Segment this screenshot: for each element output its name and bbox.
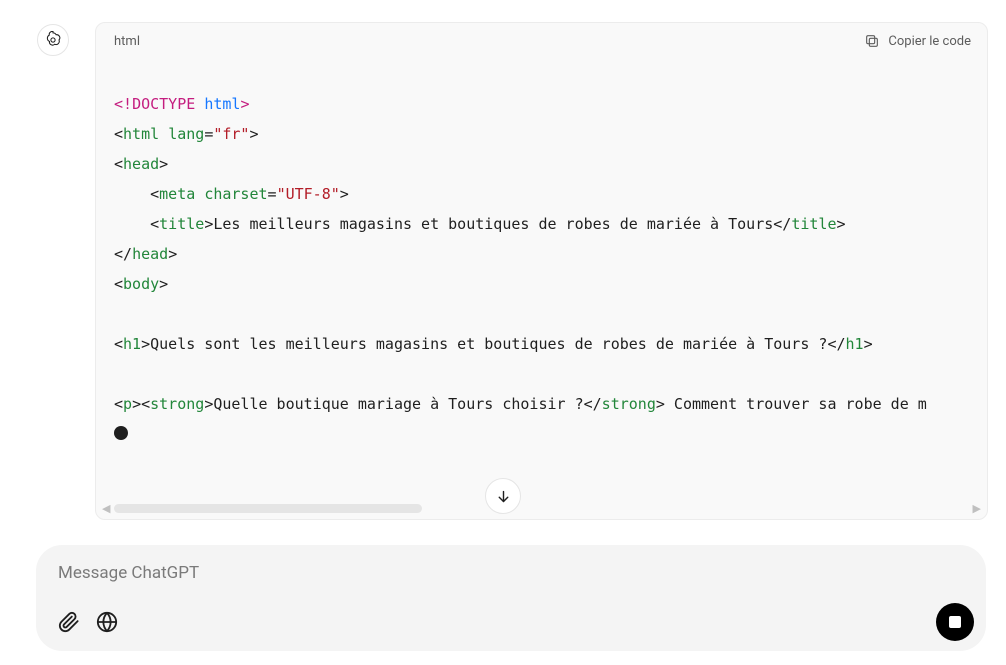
code-token: Comment trouver sa robe de m (665, 395, 927, 413)
code-token: p (123, 395, 132, 413)
code-token: body (123, 275, 159, 293)
code-token: < (114, 155, 123, 173)
code-token: > (656, 395, 665, 413)
code-token: title (791, 215, 836, 233)
code-token: head (132, 245, 168, 263)
scrollbar-arrow-left-icon[interactable]: ◀ (102, 502, 110, 515)
assistant-avatar (37, 24, 69, 56)
copy-icon (864, 33, 880, 49)
code-token: > (204, 215, 213, 233)
horizontal-scrollbar[interactable] (114, 504, 422, 513)
code-token: h1 (846, 335, 864, 353)
code-token: = (268, 185, 277, 203)
code-token: </ (827, 335, 845, 353)
code-token: Les meilleurs magasins et boutiques de r… (213, 215, 773, 233)
code-token: < (150, 185, 159, 203)
globe-icon (96, 611, 118, 633)
code-token (159, 125, 168, 143)
code-token: > (204, 395, 213, 413)
attach-button[interactable] (58, 611, 80, 637)
code-token: strong (602, 395, 656, 413)
code-token: DOCTYPE (132, 95, 195, 113)
code-token: </ (773, 215, 791, 233)
openai-logo-icon (44, 31, 62, 49)
composer-actions (58, 611, 964, 637)
code-token: = (204, 125, 213, 143)
streaming-cursor-icon (114, 426, 128, 440)
stop-icon (949, 616, 961, 628)
code-token: < (114, 125, 123, 143)
code-block-header: html Copier le code (96, 23, 987, 55)
code-token (195, 95, 204, 113)
code-token: meta (159, 185, 195, 203)
code-token: </ (584, 395, 602, 413)
code-token: > (340, 185, 349, 203)
copy-code-label: Copier le code (888, 34, 971, 49)
code-token: < (114, 395, 123, 413)
paperclip-icon (58, 611, 80, 633)
code-token: h1 (123, 335, 141, 353)
code-token: head (123, 155, 159, 173)
scroll-to-bottom-button[interactable] (485, 478, 521, 514)
code-token: < (150, 215, 159, 233)
code-token: > (141, 335, 150, 353)
code-token: html (123, 125, 159, 143)
code-token: > (159, 155, 168, 173)
code-token: html (204, 95, 240, 113)
web-button[interactable] (96, 611, 118, 637)
code-token: >< (132, 395, 150, 413)
avatar-column (0, 0, 95, 56)
code-token: > (249, 125, 258, 143)
code-token: Quels sont les meilleurs magasins et bou… (150, 335, 827, 353)
scrollbar-arrow-right-icon[interactable]: ▶ (973, 502, 981, 515)
code-token: "UTF-8" (277, 185, 340, 203)
code-token: <! (114, 95, 132, 113)
code-token: lang (168, 125, 204, 143)
message-composer[interactable]: Message ChatGPT (36, 545, 986, 651)
main-area: html Copier le code <!DOCTYPE html> <htm… (0, 0, 1006, 520)
code-token: > (836, 215, 845, 233)
code-body[interactable]: <!DOCTYPE html> <html lang="fr"> <head> … (96, 55, 987, 519)
copy-code-button[interactable]: Copier le code (864, 33, 971, 49)
code-token: > (159, 275, 168, 293)
code-block: html Copier le code <!DOCTYPE html> <htm… (95, 22, 988, 520)
code-token: title (159, 215, 204, 233)
code-token: > (168, 245, 177, 263)
code-token: > (240, 95, 249, 113)
code-token: charset (204, 185, 267, 203)
arrow-down-icon (495, 488, 512, 505)
code-token: Quelle boutique mariage à Tours choisir … (213, 395, 583, 413)
code-token: < (114, 275, 123, 293)
stop-generating-button[interactable] (936, 603, 974, 641)
code-token: "fr" (213, 125, 249, 143)
code-token: > (864, 335, 873, 353)
code-token: < (114, 335, 123, 353)
code-lang-label: html (114, 34, 140, 49)
code-token: strong (150, 395, 204, 413)
code-token (195, 185, 204, 203)
code-token: </ (114, 245, 132, 263)
composer-placeholder: Message ChatGPT (58, 563, 964, 583)
